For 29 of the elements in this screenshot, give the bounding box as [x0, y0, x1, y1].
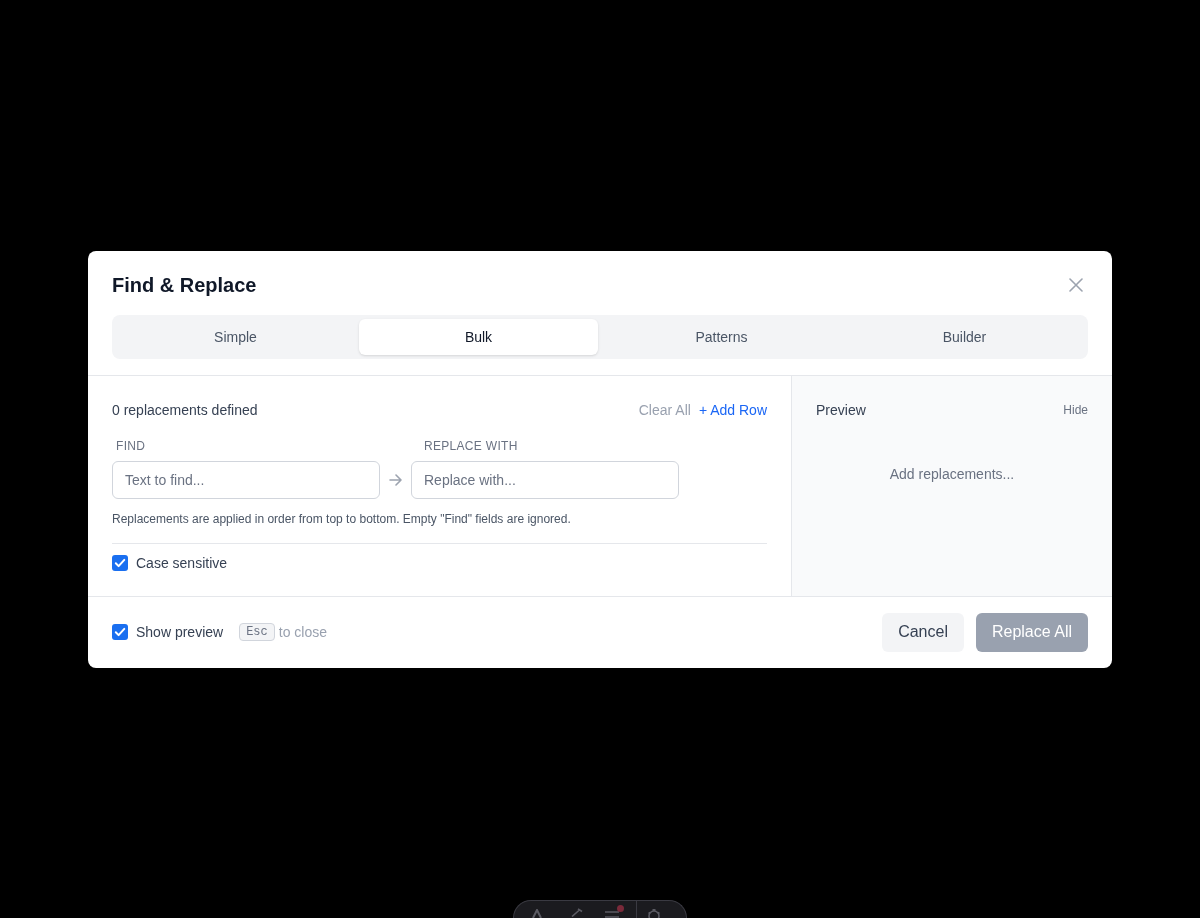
tab[interactable]: Bulk: [359, 318, 598, 355]
dialog-title: Find & Replace: [112, 272, 257, 298]
empty-message: Add replacements...: [889, 464, 1015, 484]
column-label: FIND: [116, 438, 146, 453]
close-icon[interactable]: [1069, 277, 1083, 292]
shortcut-text: to close: [278, 623, 327, 642]
gear-icon[interactable]: [647, 909, 661, 918]
checkbox[interactable]: [112, 554, 128, 571]
key-hint: Esc: [239, 623, 275, 641]
notification-dot-icon: [617, 905, 624, 912]
input-field[interactable]: Text to find...: [112, 460, 380, 499]
checkbox[interactable]: [112, 624, 128, 640]
checkbox-label: Case sensitive: [136, 553, 228, 573]
hammer-icon[interactable]: [571, 908, 583, 917]
input-field[interactable]: Replace with...: [411, 460, 679, 499]
column-label: REPLACE WITH: [424, 438, 518, 453]
tab[interactable]: Builder: [845, 318, 1084, 355]
lines-icon[interactable]: [605, 911, 619, 918]
help-text: Replacements are applied in order from top to bottom. Empty "Find" fields are ignored.: [112, 510, 572, 527]
cancel-button[interactable]: Cancel: [882, 612, 964, 652]
link-button[interactable]: + Add Row: [698, 399, 767, 420]
chevron-icon[interactable]: [532, 909, 542, 918]
tab[interactable]: Patterns: [602, 318, 841, 355]
tab[interactable]: Simple: [116, 318, 355, 355]
replacement-count: 0 replacements defined: [112, 400, 258, 420]
checkbox-label: Show preview: [136, 623, 224, 642]
arrow-right-icon: [389, 473, 402, 486]
panel-title: Preview: [816, 400, 866, 420]
hide-button[interactable]: Hide: [1063, 401, 1088, 418]
